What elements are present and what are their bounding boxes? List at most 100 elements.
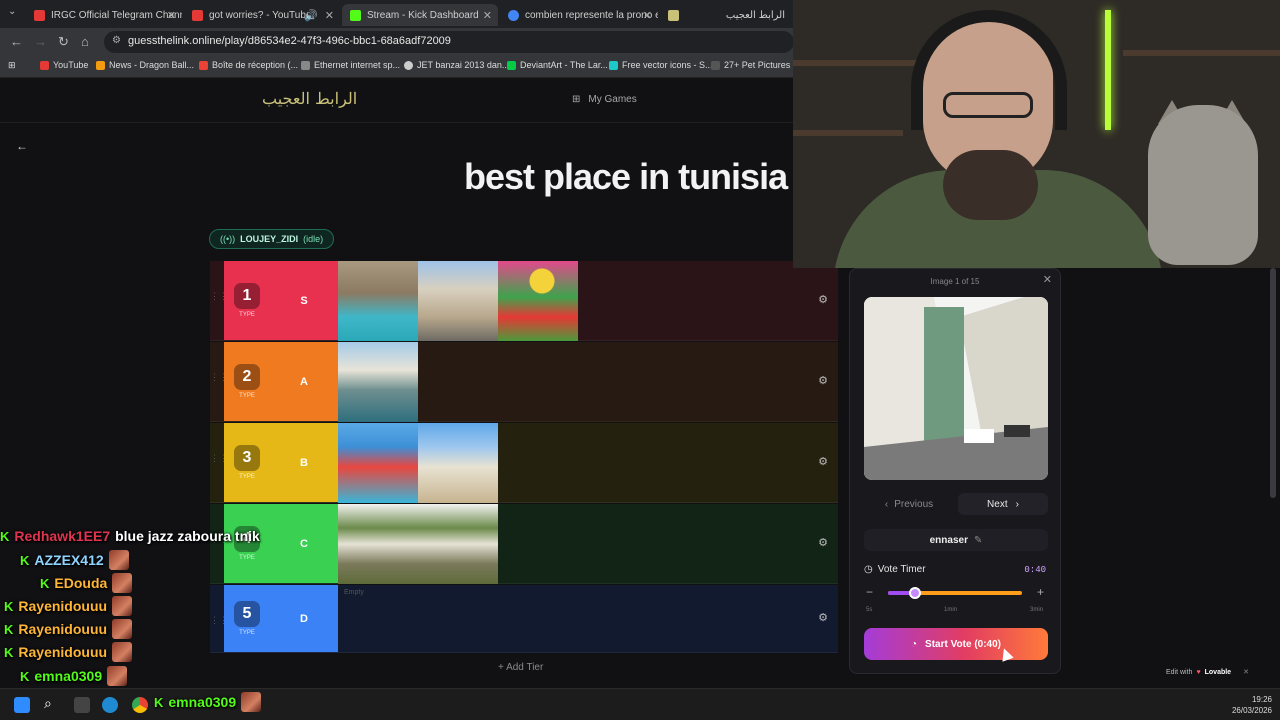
browser-tab[interactable]: got worries? - YouTube 🔊 ✕ [184,4,340,26]
player-badge: ((•)) LOUJEY_ZIDI (idle) [209,229,335,249]
emote-icon [112,573,133,593]
tier-letter[interactable]: A [270,342,338,421]
browser-tab[interactable]: combien represente la prono e ✕ [500,4,658,26]
scrollbar[interactable] [1270,268,1276,498]
back-button[interactable]: ← [16,139,28,153]
clock-time: 19:26 [1251,695,1272,704]
previous-label: Previous [894,498,934,510]
next-button[interactable]: Next › [958,493,1048,515]
browser-tab[interactable]: IRGC Official Telegram Channel ✕ [26,4,182,26]
next-label: Next [987,498,1008,510]
bookmark-item[interactable]: Boîte de réception (... [199,60,298,70]
bookmark-item[interactable]: YouTube [40,60,88,70]
username-field[interactable]: ennaser ✎ [864,529,1048,551]
tab-title: الرابط العجيب [725,9,785,21]
gear-icon[interactable]: ⚙ [818,536,828,549]
tab-list-icon[interactable]: ⌄ [8,6,16,17]
bookmark-item[interactable]: DeviantArt - The Lar... [507,60,608,70]
close-icon[interactable]: ✕ [1243,668,1249,676]
tab-favicon-icon [508,9,519,21]
drag-handle-icon[interactable]: ⋮⋮ [210,423,228,502]
tier-rank: 1 TYPE [224,261,270,340]
place-image[interactable] [418,504,498,584]
back-arrow-icon[interactable]: ← [10,34,23,49]
tier-letter[interactable]: S [270,261,338,340]
close-tab-icon[interactable]: ✕ [643,9,652,22]
bookmark-item[interactable]: JET banzai 2013 dan... [404,60,509,70]
slider-knob[interactable] [908,587,921,599]
lovable-brand: Lovable [1204,668,1232,676]
bookmark-item[interactable]: Free vector icons - S... [609,60,713,70]
place-image[interactable] [498,261,578,341]
shelf [1123,50,1280,56]
forward-arrow-icon[interactable]: → [34,34,47,49]
bookmark-item[interactable]: Ethernet internet sp... [301,60,400,70]
kick-logo-icon: K [40,575,50,591]
place-image[interactable] [418,423,498,503]
chrome-icon[interactable] [132,697,148,713]
tab-title: Stream - Kick Dashboard [367,9,479,21]
vote-timer-slider[interactable]: − + [864,585,1048,599]
close-icon[interactable]: ✕ [1043,273,1052,286]
tier-images [338,342,418,422]
broadcast-icon: ((•)) [220,234,236,244]
drag-handle-icon[interactable]: ⋮⋮ [210,342,228,421]
browser-tab[interactable]: الرابط العجيب [660,4,793,26]
chat-username: EDouda [54,575,108,591]
chat-message: K Rayenidouuu [4,619,133,639]
empty-tier-text: Empty [344,589,364,596]
minus-icon[interactable]: − [866,585,873,599]
home-icon[interactable]: ⌂ [81,34,89,49]
lovable-badge[interactable]: Edit with ♥ Lovable ✕ [1166,664,1260,680]
close-tab-icon[interactable]: ✕ [167,9,176,22]
place-image[interactable] [338,504,418,584]
gear-icon[interactable]: ⚙ [818,293,828,306]
system-clock[interactable]: 19:26 26/03/2026 [1232,694,1272,716]
gear-icon[interactable]: ⚙ [818,374,828,387]
edge-icon[interactable] [102,697,118,713]
tier-images [338,423,498,503]
url-input[interactable]: ⚙ guessthelink.online/play/d86534e2-47f3… [104,31,794,53]
task-view-icon[interactable] [74,697,90,713]
place-image[interactable] [338,423,418,503]
add-tier-label: Add Tier [506,662,544,673]
plus-icon[interactable]: + [1037,585,1044,599]
chevron-left-icon: ‹ [884,498,889,510]
previous-button[interactable]: ‹ Previous [864,493,954,515]
tier-letter[interactable]: B [270,423,338,502]
headset [911,10,1067,130]
bookmark-favicon-icon [609,60,618,70]
tab-title: combien represente la prono e [525,9,658,21]
place-image[interactable] [418,261,498,341]
speaker-icon[interactable]: 🔊 [304,9,318,22]
rgb-light [1105,10,1111,130]
drag-handle-icon[interactable]: ⋮⋮ [210,261,228,340]
emote-icon [108,550,129,570]
gear-icon[interactable]: ⚙ [818,455,828,468]
app-logo[interactable]: الرابط العجيب [262,89,357,108]
my-games-link[interactable]: ⊞ My Games [572,94,637,105]
close-tab-icon[interactable]: ✕ [325,9,334,22]
place-image[interactable] [338,342,418,422]
place-image[interactable] [338,261,418,341]
image-counter: Image 1 of 15 [930,277,980,286]
bookmark-favicon-icon [711,60,720,70]
close-tab-icon[interactable]: ✕ [483,9,492,22]
chat-username: Rayenidouuu [18,598,108,614]
add-tier-button[interactable]: + Add Tier [498,662,543,673]
site-info-icon[interactable]: ⚙ [112,35,121,46]
pencil-icon[interactable]: ✎ [974,535,982,546]
apps-grid-icon[interactable]: ⊞ [8,60,16,71]
browser-tab-active[interactable]: Stream - Kick Dashboard ✕ [342,4,498,26]
bookmark-item[interactable]: News - Dragon Ball... [96,60,194,70]
gear-icon[interactable]: ⚙ [818,611,828,624]
clock-date: 26/03/2026 [1231,706,1272,715]
chat-username: emna0309 [168,694,237,710]
reload-icon[interactable]: ↻ [58,34,69,50]
windows-start-icon[interactable] [14,697,30,713]
search-icon[interactable]: ⌕ [44,695,60,711]
start-vote-button[interactable]: ◔ Start Vote (0:40) [864,628,1048,660]
kick-logo-icon: K [4,644,14,660]
chat-message: K Rayenidouuu [4,642,133,662]
slider-tick-mid: 1min [944,607,958,613]
